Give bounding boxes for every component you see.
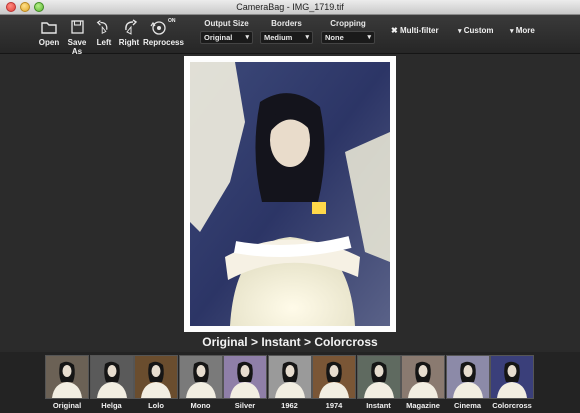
chevron-down-icon: ▾ bbox=[510, 28, 514, 35]
filter-thumb-silver[interactable]: Silver bbox=[223, 355, 267, 410]
close-window-button[interactable] bbox=[6, 2, 16, 12]
toolbar: Open Save As Left Right ON Reprocess Out… bbox=[0, 15, 580, 56]
filter-recipe-label: Original > Instant > Colorcross bbox=[202, 335, 378, 349]
filter-thumb-magazine[interactable]: Magazine bbox=[401, 355, 445, 410]
open-label: Open bbox=[38, 38, 60, 47]
cropping-value: None bbox=[325, 33, 344, 42]
filter-thumb-colorcross[interactable]: Colorcross bbox=[490, 355, 534, 410]
filter-preview-image bbox=[178, 355, 223, 399]
filter-thumb-label: Cinema bbox=[453, 401, 482, 410]
more-menu-button[interactable]: ▾ More bbox=[510, 26, 535, 35]
rotate-left-icon bbox=[96, 20, 108, 35]
rotate-right-button[interactable]: Right bbox=[118, 15, 140, 53]
cropping-group: Cropping None ▾ bbox=[321, 19, 375, 44]
chevron-down-icon: ▾ bbox=[305, 34, 309, 41]
rotate-left-button[interactable]: Left bbox=[95, 15, 113, 53]
save-as-button[interactable]: Save As bbox=[62, 15, 92, 56]
window-title: CameraBag - IMG_1719.tif bbox=[236, 2, 344, 12]
borders-group: Borders Medium ▾ bbox=[260, 19, 313, 44]
filter-thumb-helga[interactable]: Helga bbox=[89, 355, 134, 410]
reprocess-button[interactable]: ON Reprocess bbox=[143, 15, 184, 53]
output-size-select[interactable]: Original ▾ bbox=[200, 31, 253, 44]
filter-preview-image bbox=[89, 355, 134, 399]
filter-strip: Original Helga Lolo Mono Silver 1962 1974 Insta… bbox=[0, 352, 580, 413]
filter-thumb-mono[interactable]: Mono bbox=[178, 355, 223, 410]
filter-thumb-label: Lolo bbox=[148, 401, 164, 410]
output-size-value: Original bbox=[204, 33, 233, 42]
borders-select[interactable]: Medium ▾ bbox=[260, 31, 313, 44]
filter-preview-image bbox=[223, 355, 267, 399]
photo-frame bbox=[184, 56, 396, 332]
filter-preview-image bbox=[267, 355, 312, 399]
borders-value: Medium bbox=[264, 33, 293, 42]
more-label: More bbox=[515, 26, 535, 35]
filter-thumb-label: Colorcross bbox=[492, 401, 532, 410]
filter-thumb-cinema[interactable]: Cinema bbox=[445, 355, 490, 410]
filter-thumb-label: Helga bbox=[101, 401, 122, 410]
filter-thumb-label: 1974 bbox=[325, 401, 343, 410]
filter-preview-image bbox=[312, 355, 356, 399]
preview-area: Original > Instant > Colorcross bbox=[0, 54, 580, 350]
filter-thumb-1962[interactable]: 1962 bbox=[267, 355, 312, 410]
minimize-window-button[interactable] bbox=[20, 2, 30, 12]
cropping-title: Cropping bbox=[330, 19, 366, 28]
open-button[interactable]: Open bbox=[38, 15, 60, 53]
reprocess-label: Reprocess bbox=[143, 38, 184, 47]
multi-filter-label: Multi-filter bbox=[399, 26, 439, 35]
chevron-down-icon: ▾ bbox=[458, 28, 462, 35]
multi-filter-button[interactable]: ✖ Multi-filter bbox=[391, 26, 439, 35]
filter-preview-image bbox=[401, 355, 445, 399]
filter-preview-image bbox=[445, 355, 490, 399]
filter-thumb-1974[interactable]: 1974 bbox=[312, 355, 356, 410]
output-size-group: Output Size Original ▾ bbox=[200, 19, 253, 44]
filter-thumb-label: Original bbox=[52, 401, 82, 410]
custom-menu-button[interactable]: ▾ Custom bbox=[458, 26, 494, 35]
filter-thumb-label: 1962 bbox=[281, 401, 298, 410]
filter-thumb-lolo[interactable]: Lolo bbox=[134, 355, 178, 410]
preview-photo bbox=[190, 62, 390, 326]
filter-thumb-label: Instant bbox=[366, 401, 391, 410]
folder-icon bbox=[41, 22, 57, 34]
filter-preview-image bbox=[490, 355, 534, 399]
filter-preview-image bbox=[134, 355, 178, 399]
filter-thumb-label: Silver bbox=[234, 401, 256, 410]
custom-label: Custom bbox=[463, 26, 494, 35]
close-x-icon: ✖ bbox=[391, 26, 398, 35]
chevron-down-icon: ▾ bbox=[367, 34, 371, 41]
rotate-right-label: Right bbox=[118, 38, 140, 47]
filter-preview-image bbox=[45, 355, 89, 399]
reprocess-on-badge: ON bbox=[168, 18, 176, 24]
save-icon bbox=[71, 20, 84, 34]
borders-title: Borders bbox=[271, 19, 302, 28]
rotate-left-label: Left bbox=[96, 38, 112, 47]
output-size-title: Output Size bbox=[204, 19, 249, 28]
chevron-down-icon: ▾ bbox=[245, 34, 249, 41]
reprocess-icon bbox=[150, 21, 166, 35]
zoom-window-button[interactable] bbox=[34, 2, 44, 12]
filter-thumb-original[interactable]: Original bbox=[45, 355, 89, 410]
filter-preview-image bbox=[356, 355, 401, 399]
cropping-select[interactable]: None ▾ bbox=[321, 31, 375, 44]
filter-thumb-instant[interactable]: Instant bbox=[356, 355, 401, 410]
filter-thumb-label: Magazine bbox=[406, 401, 440, 410]
filter-thumb-label: Mono bbox=[190, 401, 211, 410]
rotate-right-icon bbox=[125, 19, 138, 35]
window-titlebar: CameraBag - IMG_1719.tif bbox=[0, 0, 580, 15]
